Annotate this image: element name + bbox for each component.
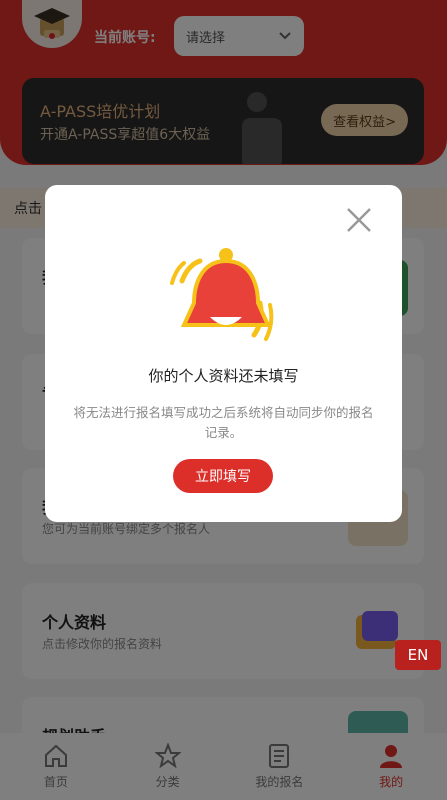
close-icon[interactable] xyxy=(344,205,374,235)
profile-incomplete-dialog: 你的个人资料还未填写 将无法进行报名填写成功之后系统将自动同步你的报名记录。 立… xyxy=(45,185,402,522)
language-switch-button[interactable]: EN xyxy=(395,640,441,670)
dialog-title: 你的个人资料还未填写 xyxy=(148,367,299,385)
dialog-description: 将无法进行报名填写成功之后系统将自动同步你的报名记录。 xyxy=(73,405,374,440)
fill-now-button[interactable]: 立即填写 xyxy=(173,459,273,493)
bell-icon xyxy=(170,248,274,341)
